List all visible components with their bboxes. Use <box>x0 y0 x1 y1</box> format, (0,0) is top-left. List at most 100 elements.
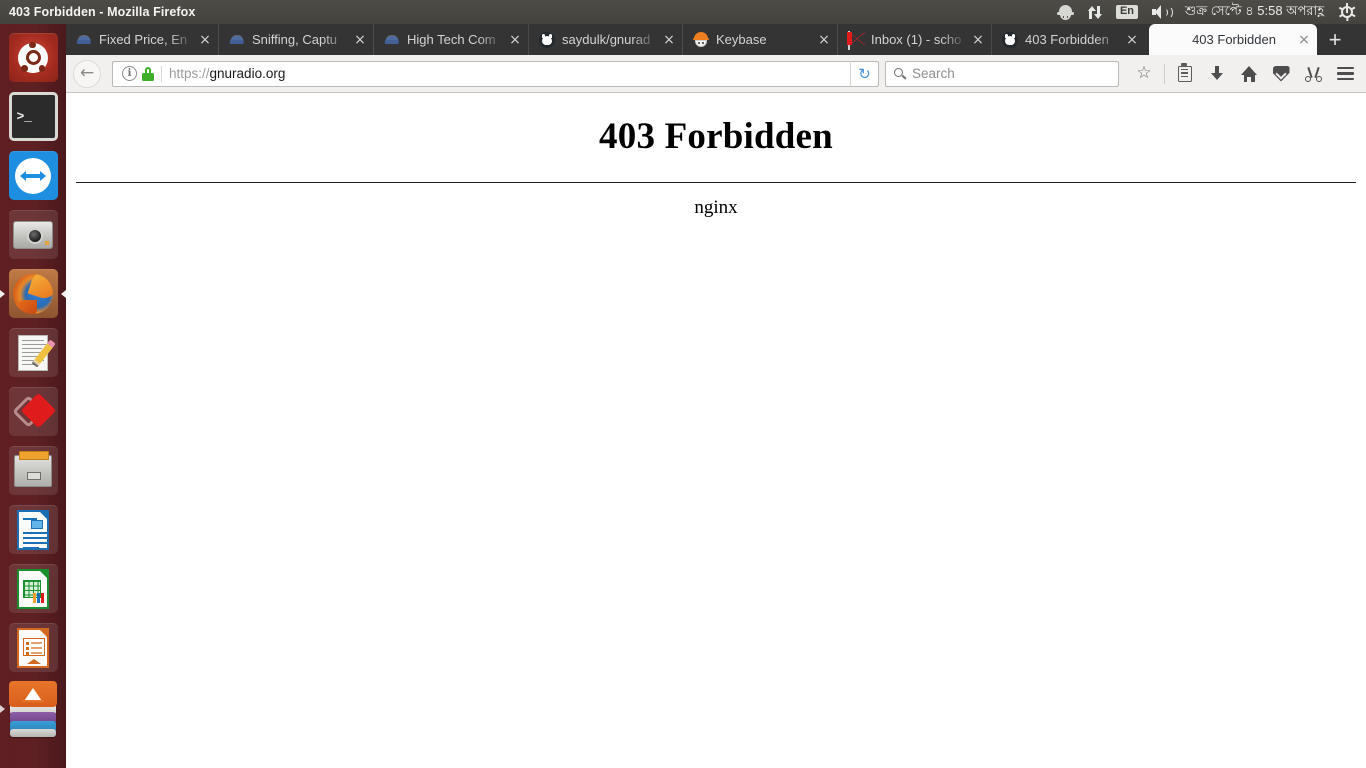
launcher-item-files[interactable] <box>0 441 66 500</box>
new-tab-button[interactable]: + <box>1317 24 1353 55</box>
session-gear-icon[interactable] <box>1332 0 1362 24</box>
browser-tab-6[interactable]: Inbox (1) - scho × <box>837 24 991 55</box>
page-content: 403 Forbidden nginx <box>66 93 1366 767</box>
network-tray-icon[interactable] <box>1081 0 1109 24</box>
bird-icon <box>384 32 400 48</box>
launcher-item-terminal[interactable]: >_ <box>0 87 66 146</box>
launcher-item-teamviewer[interactable] <box>0 146 66 205</box>
window-title: 403 Forbidden - Mozilla Firefox <box>9 5 196 19</box>
star-icon: ☆ <box>1136 63 1152 83</box>
tab-close-button[interactable]: × <box>196 33 214 47</box>
launcher-item-red-diamond-app[interactable] <box>0 382 66 441</box>
browser-tab-3[interactable]: High Tech Com × <box>373 24 528 55</box>
browser-tab-1[interactable]: Fixed Price, En × <box>66 24 218 55</box>
volume-tray-icon[interactable] <box>1145 0 1177 24</box>
server-signature: nginx <box>694 197 738 218</box>
launcher-item-libreoffice-impress[interactable] <box>0 618 66 677</box>
browser-tab-2[interactable]: Sniffing, Captu × <box>218 24 373 55</box>
camera-icon <box>8 210 58 259</box>
tab-label: 403 Forbidden <box>1025 32 1109 47</box>
search-bar[interactable] <box>885 60 1119 87</box>
github-icon <box>539 31 555 48</box>
unity-launcher: >_ <box>0 24 66 768</box>
terminal-icon: >_ <box>8 92 58 141</box>
tab-close-button[interactable]: × <box>351 33 369 47</box>
keybase-icon <box>693 31 709 48</box>
top-panel: 403 Forbidden - Mozilla Firefox En শুক্র… <box>0 0 1366 24</box>
keyboard-layout-indicator[interactable]: En <box>1109 0 1145 24</box>
keybase-tray-icon[interactable] <box>1050 0 1081 24</box>
reload-button[interactable]: ↻ <box>850 60 878 87</box>
library-icon <box>1178 63 1192 82</box>
file-manager-icon <box>8 446 58 495</box>
tab-label: 403 Forbidden <box>1192 32 1276 47</box>
page-heading: 403 Forbidden <box>599 116 833 157</box>
launcher-item-libreoffice-calc[interactable] <box>0 559 66 618</box>
launcher-item-text-editor[interactable] <box>0 323 66 382</box>
launcher-item-libreoffice-writer[interactable] <box>0 500 66 559</box>
bird-icon <box>229 32 245 48</box>
horizontal-rule <box>76 182 1356 183</box>
bookmark-star-button[interactable]: ☆ <box>1129 59 1159 89</box>
browser-tab-8-active[interactable]: 403 Forbidden × <box>1149 24 1317 55</box>
downloads-button[interactable] <box>1202 59 1232 89</box>
launcher-item-ubuntu-dash[interactable] <box>0 28 66 87</box>
tab-label: Keybase <box>716 32 767 47</box>
tab-strip: Fixed Price, En × Sniffing, Captu × High… <box>66 24 1366 55</box>
network-arrows-glyph <box>1087 5 1102 20</box>
teamviewer-icon <box>8 151 58 200</box>
back-button[interactable]: ← <box>72 59 102 89</box>
menu-button[interactable] <box>1330 59 1360 89</box>
tab-close-button[interactable]: × <box>815 33 833 47</box>
download-arrow-icon <box>1210 65 1224 82</box>
search-input[interactable] <box>912 66 1118 81</box>
clock-indicator[interactable]: শুক্র সেপ্টে ৪ 5:58 অপরাহ্ণ <box>1177 2 1332 23</box>
lock-icon[interactable] <box>142 66 154 81</box>
tab-close-button[interactable]: × <box>1295 33 1313 47</box>
keybase-glyph <box>1056 4 1074 20</box>
running-indicator-left <box>0 289 5 298</box>
clipper-button[interactable] <box>1298 59 1328 89</box>
launcher-item-software-center[interactable] <box>0 677 66 741</box>
url-bar[interactable]: i https://gnuradio.org ↻ <box>112 60 879 87</box>
browser-tab-4[interactable]: saydulk/gnurad × <box>528 24 682 55</box>
tab-close-button[interactable]: × <box>969 33 987 47</box>
tab-close-button[interactable]: × <box>506 33 524 47</box>
home-icon <box>1240 65 1258 82</box>
launcher-item-camera[interactable] <box>0 205 66 264</box>
software-center-icon <box>7 681 59 737</box>
launcher-stack-indicator <box>0 705 5 713</box>
tab-close-button[interactable]: × <box>660 33 678 47</box>
tab-label: High Tech Com <box>407 32 496 47</box>
launcher-item-firefox[interactable] <box>0 264 66 323</box>
speaker-glyph <box>1152 5 1174 19</box>
hamburger-menu-icon <box>1336 67 1354 80</box>
page-info-icon[interactable]: i <box>122 66 137 81</box>
bird-icon <box>76 32 92 48</box>
firefox-icon <box>8 269 58 318</box>
tab-label: Sniffing, Captu <box>252 32 338 47</box>
tab-close-button[interactable]: × <box>1123 33 1141 47</box>
toolbar-divider <box>1164 63 1165 84</box>
url-text: https://gnuradio.org <box>169 66 285 81</box>
url-divider <box>161 65 162 82</box>
clock-label: শুক্র সেপ্টে ৪ 5:58 অপরাহ্ণ <box>1185 2 1324 18</box>
gmail-icon <box>846 30 865 50</box>
home-button[interactable] <box>1234 59 1264 89</box>
github-icon <box>1002 31 1018 48</box>
browser-tab-5[interactable]: Keybase × <box>682 24 837 55</box>
focused-indicator-right <box>61 289 66 298</box>
library-button[interactable] <box>1170 59 1200 89</box>
scissors-icon <box>1304 66 1322 82</box>
firefox-window: Fixed Price, En × Sniffing, Captu × High… <box>66 24 1366 768</box>
tab-label: Fixed Price, En <box>99 32 188 47</box>
browser-tab-7[interactable]: 403 Forbidden × <box>991 24 1145 55</box>
back-arrow-icon: ← <box>73 59 101 88</box>
pocket-button[interactable] <box>1266 59 1296 89</box>
navigation-toolbar: ← i https://gnuradio.org ↻ ☆ <box>66 55 1366 93</box>
url-scheme: https:// <box>169 66 210 81</box>
tab-label: Inbox (1) - scho <box>871 32 962 47</box>
text-editor-icon <box>8 328 58 377</box>
pocket-shield-icon <box>1272 65 1290 82</box>
search-icon <box>894 67 907 80</box>
